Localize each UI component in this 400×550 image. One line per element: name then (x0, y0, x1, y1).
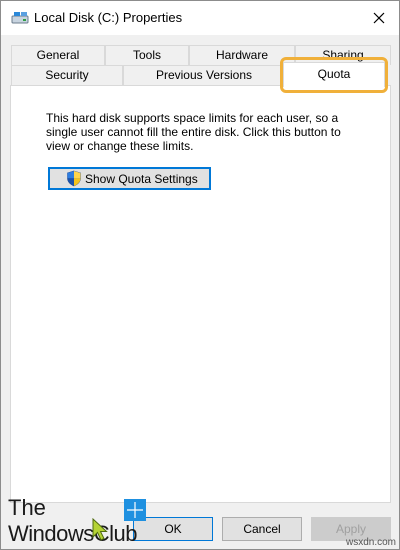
logo-line-windowsclub: WindowsClub (8, 521, 138, 546)
tab-security[interactable]: Security (11, 65, 123, 85)
title-bar: Local Disk (C:) Properties (1, 1, 399, 35)
cancel-button[interactable]: Cancel (222, 517, 302, 541)
tab-general[interactable]: General (11, 45, 105, 65)
quota-tab-highlight (280, 57, 388, 93)
watermark-text: wsxdn.com (345, 537, 396, 548)
tab-tools[interactable]: Tools (105, 45, 189, 65)
windows-logo-icon (124, 499, 146, 521)
quota-panel: This hard disk supports space limits for… (10, 85, 391, 503)
show-quota-settings-label: Show Quota Settings (85, 171, 198, 186)
thewindowsclub-logo: The WindowsClub (6, 495, 166, 549)
uac-shield-icon (67, 170, 81, 187)
drive-icon (11, 12, 29, 24)
quota-description: This hard disk supports space limits for… (46, 111, 341, 153)
logo-line-the: The (8, 495, 46, 520)
tab-previous-versions[interactable]: Previous Versions (123, 65, 285, 85)
close-button[interactable] (359, 1, 399, 35)
mouse-cursor-icon (92, 518, 108, 541)
show-quota-settings-button[interactable]: Show Quota Settings (48, 167, 211, 190)
properties-window: Local Disk (C:) Properties General Tools… (0, 0, 400, 550)
window-title: Local Disk (C:) Properties (34, 10, 183, 25)
close-icon (373, 12, 385, 24)
